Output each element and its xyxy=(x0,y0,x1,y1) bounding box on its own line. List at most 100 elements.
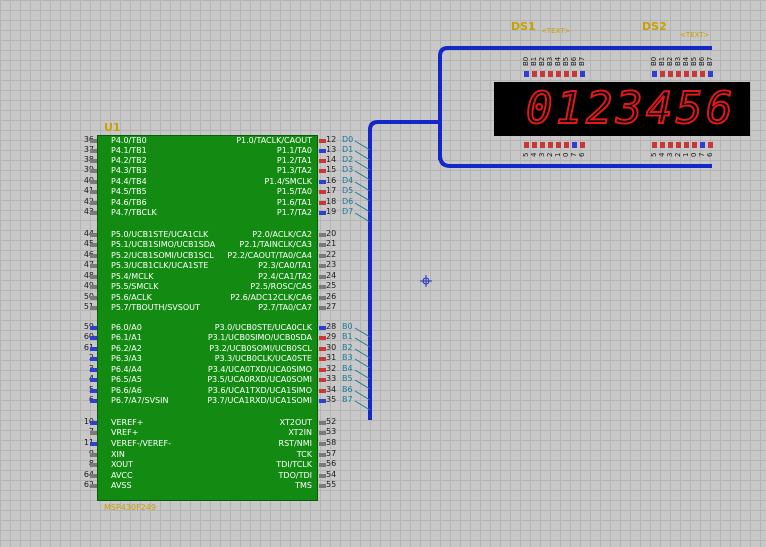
display-pin[interactable] xyxy=(540,71,545,77)
right-pin-stub[interactable] xyxy=(319,357,326,361)
left-pin-stub[interactable] xyxy=(90,431,97,435)
right-pin-stub[interactable] xyxy=(319,368,326,372)
right-pin-stub[interactable] xyxy=(319,139,326,143)
display-pin[interactable] xyxy=(684,71,689,77)
left-pin-stub[interactable] xyxy=(90,149,97,153)
display-pin[interactable] xyxy=(548,71,553,77)
right-pin-stub[interactable] xyxy=(319,285,326,289)
display-pin[interactable] xyxy=(708,71,713,77)
right-pin-stub[interactable] xyxy=(319,399,326,403)
right-pin-stub[interactable] xyxy=(319,326,326,330)
display-pin[interactable] xyxy=(676,142,681,148)
left-pin-stub[interactable] xyxy=(90,275,97,279)
left-pin-stub[interactable] xyxy=(90,201,97,205)
right-pin-stub[interactable] xyxy=(319,243,326,247)
seven-segment-display[interactable]: 0123456 xyxy=(494,82,750,136)
right-pin-stub[interactable] xyxy=(319,233,326,237)
right-pin-stub[interactable] xyxy=(319,453,326,457)
right-pin-stub[interactable] xyxy=(319,275,326,279)
right-pin-stub[interactable] xyxy=(319,378,326,382)
left-pin-stub[interactable] xyxy=(90,254,97,258)
right-pin-stub[interactable] xyxy=(319,169,326,173)
left-pin-stub[interactable] xyxy=(90,169,97,173)
left-pin-stub[interactable] xyxy=(90,139,97,143)
right-pin-stub[interactable] xyxy=(319,421,326,425)
left-pin-stub[interactable] xyxy=(90,190,97,194)
left-pin-stub[interactable] xyxy=(90,233,97,237)
left-pin-stub[interactable] xyxy=(90,378,97,382)
left-pin-stub[interactable] xyxy=(90,180,97,184)
left-pin-stub[interactable] xyxy=(90,306,97,310)
left-pin-stub[interactable] xyxy=(90,442,97,446)
display-pin[interactable] xyxy=(668,142,673,148)
left-pin-stub[interactable] xyxy=(90,389,97,393)
left-pin-stub[interactable] xyxy=(90,159,97,163)
crosshair-icon xyxy=(420,275,432,287)
left-pin-stub[interactable] xyxy=(90,264,97,268)
display-pin[interactable] xyxy=(700,71,705,77)
right-pin-stub[interactable] xyxy=(319,484,326,488)
display-pin[interactable] xyxy=(684,142,689,148)
right-pin-stub[interactable] xyxy=(319,442,326,446)
display-pin[interactable] xyxy=(564,71,569,77)
display-pin[interactable] xyxy=(652,71,657,77)
right-pin-stub[interactable] xyxy=(319,180,326,184)
right-pin-stub[interactable] xyxy=(319,190,326,194)
display-pin[interactable] xyxy=(668,71,673,77)
left-pin-stub[interactable] xyxy=(90,347,97,351)
left-pin-stub[interactable] xyxy=(90,453,97,457)
display-pin[interactable] xyxy=(660,71,665,77)
display-pin[interactable] xyxy=(692,142,697,148)
left-pin-stub[interactable] xyxy=(90,211,97,215)
right-pin-stub[interactable] xyxy=(319,389,326,393)
right-pin-stub[interactable] xyxy=(319,431,326,435)
display-pin[interactable] xyxy=(580,142,585,148)
left-pin-stub[interactable] xyxy=(90,463,97,467)
display-pin[interactable] xyxy=(652,142,657,148)
left-pin-stub[interactable] xyxy=(90,336,97,340)
display-pin[interactable] xyxy=(540,142,545,148)
display-pin[interactable] xyxy=(676,71,681,77)
display-pin[interactable] xyxy=(556,71,561,77)
left-pin-stub[interactable] xyxy=(90,421,97,425)
display-pin[interactable] xyxy=(692,71,697,77)
left-pin-stub[interactable] xyxy=(90,357,97,361)
display-pin[interactable] xyxy=(532,142,537,148)
right-pin-stub[interactable] xyxy=(319,201,326,205)
left-pin-stub[interactable] xyxy=(90,484,97,488)
left-pin-stub[interactable] xyxy=(90,368,97,372)
display-pin[interactable] xyxy=(524,142,529,148)
left-pin-stub[interactable] xyxy=(90,243,97,247)
left-pin-stub[interactable] xyxy=(90,474,97,478)
right-pin-stub[interactable] xyxy=(319,254,326,258)
left-pin-stub[interactable] xyxy=(90,326,97,330)
right-pin-stub[interactable] xyxy=(319,149,326,153)
left-pin-stub[interactable] xyxy=(90,399,97,403)
right-pin-number: 34 xyxy=(326,385,337,394)
right-pin-stub[interactable] xyxy=(319,211,326,215)
right-pin-stub[interactable] xyxy=(319,474,326,478)
left-pin-label: P6.6/A6 xyxy=(111,386,142,395)
display-pin-label: 6 xyxy=(706,152,714,157)
right-pin-stub[interactable] xyxy=(319,463,326,467)
display-pin[interactable] xyxy=(580,71,585,77)
right-pin-stub[interactable] xyxy=(319,159,326,163)
display-pin[interactable] xyxy=(556,142,561,148)
right-pin-stub[interactable] xyxy=(319,347,326,351)
left-pin-stub[interactable] xyxy=(90,285,97,289)
right-pin-stub[interactable] xyxy=(319,296,326,300)
display-pin[interactable] xyxy=(564,142,569,148)
display-pin[interactable] xyxy=(572,142,577,148)
display-pin[interactable] xyxy=(572,71,577,77)
display-pin[interactable] xyxy=(700,142,705,148)
left-pin-stub[interactable] xyxy=(90,296,97,300)
display-pin[interactable] xyxy=(548,142,553,148)
right-pin-stub[interactable] xyxy=(319,336,326,340)
right-pin-stub[interactable] xyxy=(319,264,326,268)
display-pin[interactable] xyxy=(708,142,713,148)
right-pin-stub[interactable] xyxy=(319,306,326,310)
display-pin[interactable] xyxy=(532,71,537,77)
display-pin-label: 7 xyxy=(698,152,706,157)
display-pin[interactable] xyxy=(660,142,665,148)
display-pin[interactable] xyxy=(524,71,529,77)
